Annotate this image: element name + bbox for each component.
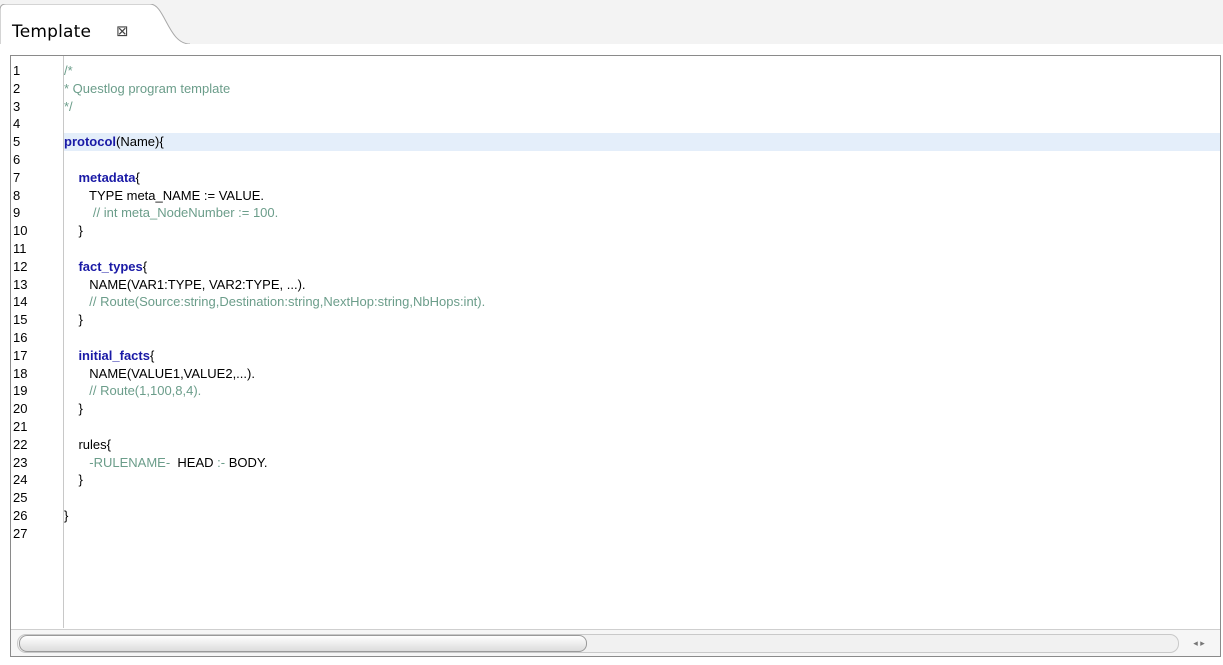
line-number: 1 <box>13 63 21 78</box>
code-line[interactable]: // Route(Source:string,Destination:strin… <box>64 293 1220 311</box>
code-line[interactable]: } <box>64 471 1220 489</box>
line-number: 22 <box>13 436 28 452</box>
code-token-plain: { <box>142 258 148 274</box>
code-token-keyword: initial_facts <box>64 347 150 363</box>
code-line[interactable]: /* <box>64 62 1220 80</box>
line-number: 2 <box>13 80 21 96</box>
code-line[interactable]: // int meta_NodeNumber := 100. <box>64 204 1220 222</box>
line-number: 14 <box>13 294 28 310</box>
code-line[interactable]: */ <box>64 98 1220 116</box>
code-line[interactable] <box>64 489 1220 507</box>
code-area[interactable]: /* * Questlog program template */ protocol(… <box>64 56 1220 628</box>
code-line[interactable]: // Route(1,100,8,4). <box>64 382 1220 400</box>
code-token-plain: } <box>64 312 83 328</box>
tab-bar: Template ⊠ <box>0 0 1223 44</box>
code-token-plain: NAME(VAR1:TYPE, VAR2:TYPE, ...). <box>64 276 306 292</box>
code-token-comment: // Route(Source:string,Destination:strin… <box>64 294 486 310</box>
line-number: 21 <box>13 419 28 434</box>
line-number: 4 <box>13 116 21 132</box>
code-token-plain: { <box>135 169 140 185</box>
line-number: 15 <box>13 312 28 328</box>
line-number: 10 <box>13 223 28 239</box>
code-line[interactable]: rules{ <box>64 436 1220 454</box>
code-line[interactable] <box>64 418 1220 436</box>
code-token-comment: * Questlog program template <box>64 80 231 96</box>
line-number: 16 <box>13 330 28 345</box>
line-number: 3 <box>13 98 21 114</box>
code-token-plain: HEAD <box>170 454 218 470</box>
line-number: 27 <box>13 525 28 541</box>
code-token-keyword: fact_types <box>64 258 143 274</box>
line-number-gutter: 1 2 3 4 5 6 7 8 9 10 11 12 13 14 15 16 17 18 19 20 21 22 23 24 2… <box>11 56 64 628</box>
code-line[interactable] <box>64 525 1220 543</box>
code-token-plain: TYPE meta_NAME := VALUE. <box>64 187 265 203</box>
line-number: 20 <box>13 401 28 417</box>
line-number: 6 <box>13 152 21 167</box>
line-number: 9 <box>13 205 21 221</box>
code-token-comment: // int meta_NodeNumber := 100. <box>64 205 279 221</box>
code-token-plain: NAME(VALUE1,VALUE2,...). <box>64 365 255 381</box>
horizontal-scrollbar[interactable]: ◂ ▸ <box>11 629 1220 656</box>
line-number: 26 <box>13 508 28 523</box>
code-line[interactable]: NAME(VAR1:TYPE, VAR2:TYPE, ...). <box>64 276 1220 294</box>
code-token-keyword: metadata <box>64 169 136 185</box>
code-token-comment: /* <box>64 63 73 78</box>
close-icon[interactable]: ⊠ <box>116 22 129 40</box>
code-line[interactable]: fact_types{ <box>64 258 1220 276</box>
line-number: 7 <box>13 169 21 185</box>
code-token-plain: } <box>64 508 69 523</box>
code-line[interactable]: NAME(VALUE1,VALUE2,...). <box>64 365 1220 383</box>
code-line[interactable]: -RULENAME- HEAD :- BODY. <box>64 454 1220 472</box>
line-number: 23 <box>13 454 28 470</box>
line-number: 8 <box>13 187 21 203</box>
code-line[interactable]: * Questlog program template <box>64 80 1220 98</box>
code-line[interactable]: TYPE meta_NAME := VALUE. <box>64 187 1220 205</box>
scroll-arrows-icon[interactable]: ◂ ▸ <box>1184 635 1214 651</box>
code-line[interactable]: } <box>64 507 1220 525</box>
code-line[interactable] <box>64 151 1220 169</box>
code-line[interactable]: initial_facts{ <box>64 347 1220 365</box>
code-line[interactable] <box>64 115 1220 133</box>
scrollbar-thumb[interactable] <box>19 635 587 652</box>
code-token-plain: rules{ <box>64 436 111 452</box>
code-line[interactable] <box>64 329 1220 347</box>
code-line[interactable]: metadata{ <box>64 169 1220 187</box>
code-token-plain: } <box>64 401 83 417</box>
code-line[interactable]: } <box>64 311 1220 329</box>
tab-title: Template <box>12 22 92 42</box>
code-token-plain: (Name){ <box>116 134 164 150</box>
code-line[interactable]: protocol(Name){ <box>64 133 1220 152</box>
line-number: 19 <box>13 383 28 399</box>
line-number: 24 <box>13 472 28 488</box>
line-number: 13 <box>13 276 28 292</box>
line-number: 17 <box>13 347 28 363</box>
code-editor[interactable]: 1 2 3 4 5 6 7 8 9 10 11 12 13 14 15 16 17 18 19 20 21 22 23 24 2… <box>10 55 1221 657</box>
line-number: 5 <box>13 134 21 150</box>
code-token-comment: -RULENAME- <box>64 454 171 470</box>
code-token-plain: } <box>64 223 83 239</box>
code-token-plain: } <box>64 472 83 488</box>
code-token-comment: */ <box>64 98 73 114</box>
line-number: 18 <box>13 365 28 381</box>
code-line[interactable]: } <box>64 222 1220 240</box>
line-number: 25 <box>13 490 28 506</box>
code-token-comment: :- <box>217 454 226 470</box>
code-token-plain: BODY. <box>225 454 268 470</box>
code-token-keyword: protocol <box>64 134 116 150</box>
code-line[interactable] <box>64 240 1220 258</box>
code-token-plain: { <box>149 347 155 363</box>
code-line[interactable]: } <box>64 400 1220 418</box>
line-number: 12 <box>13 258 28 274</box>
line-number: 11 <box>13 241 27 256</box>
code-token-comment: // Route(1,100,8,4). <box>64 383 202 399</box>
